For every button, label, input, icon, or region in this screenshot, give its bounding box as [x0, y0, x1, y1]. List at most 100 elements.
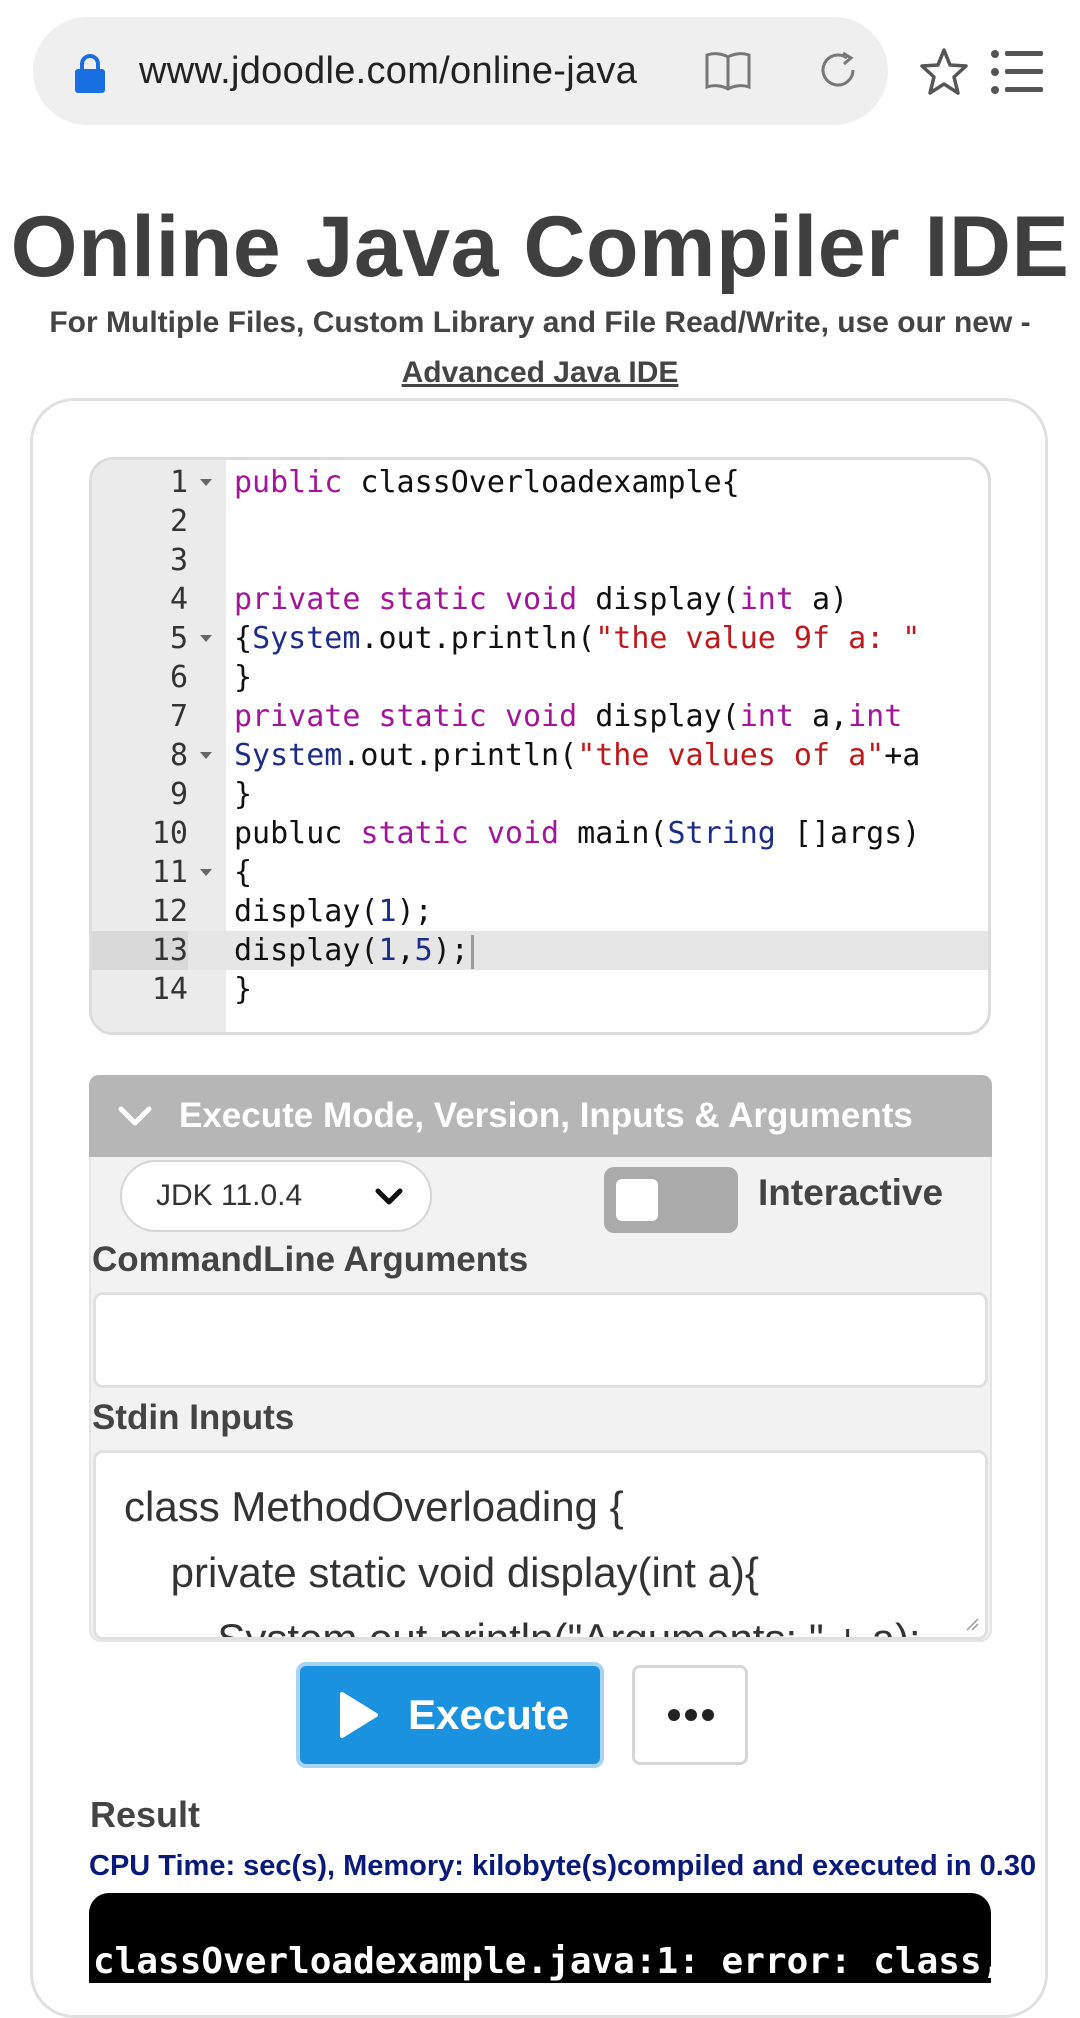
reload-icon[interactable]	[813, 45, 863, 95]
line-number: 11	[151, 855, 188, 890]
jdk-version-value: JDK 11.0.4	[156, 1179, 303, 1212]
code-line[interactable]: 14}	[92, 970, 988, 1009]
browser-toolbar: www.jdoodle.com/online-java	[0, 0, 1080, 150]
code-line[interactable]: 11 {	[92, 853, 988, 892]
resize-grip-icon[interactable]	[965, 1617, 979, 1631]
list-menu-icon[interactable]	[990, 48, 1044, 96]
fold-arrow-icon[interactable]	[200, 752, 212, 759]
interactive-toggle[interactable]	[604, 1167, 738, 1233]
url-text[interactable]: www.jdoodle.com/online-java	[139, 17, 689, 125]
lock-icon	[75, 54, 105, 93]
code-token: "the value 9f a: "	[595, 621, 921, 656]
code-token: }	[234, 777, 253, 812]
fold-arrow-icon[interactable]	[200, 479, 212, 486]
page-subtitle: For Multiple Files, Custom Library and F…	[49, 306, 1031, 339]
code-token: );	[432, 933, 469, 968]
more-options-button[interactable]	[632, 1665, 748, 1765]
code-token: static	[378, 699, 487, 734]
code-token: );	[396, 894, 433, 929]
code-token: {	[234, 855, 253, 890]
jdk-version-select[interactable]: JDK 11.0.4	[120, 1160, 432, 1232]
code-editor[interactable]: 1 public classOverloadexample{2 3 4 private …	[89, 457, 991, 1035]
code-text: }	[234, 658, 252, 697]
code-token: display(	[577, 699, 740, 734]
code-token: System	[234, 738, 343, 773]
code-line[interactable]: 3	[92, 541, 988, 580]
page-title: Online Java Compiler IDE	[10, 199, 1070, 295]
commandline-arguments-input[interactable]	[93, 1292, 988, 1388]
code-token: 5	[414, 933, 433, 968]
execute-mode-header[interactable]: Execute Mode, Version, Inputs & Argument…	[89, 1075, 992, 1157]
code-token: String	[667, 816, 776, 851]
code-line[interactable]: 13 display(1,5);	[92, 931, 988, 970]
code-line[interactable]: 6}	[92, 658, 988, 697]
code-token: display(	[234, 933, 379, 968]
line-number: 2	[169, 504, 188, 539]
code-token: private	[234, 582, 361, 617]
code-token: public	[234, 465, 343, 500]
code-line[interactable]: 2	[92, 502, 988, 541]
code-token: int	[739, 699, 794, 734]
code-line[interactable]: 1 public classOverloadexample{	[92, 463, 988, 502]
code-token: 1	[378, 933, 397, 968]
execute-button[interactable]: Execute	[296, 1662, 604, 1768]
code-token: "the values of a"	[577, 738, 885, 773]
fold-arrow-icon[interactable]	[200, 869, 212, 876]
code-token: +a	[884, 738, 921, 773]
result-label: Result	[90, 1794, 201, 1835]
code-text: private static void display(int a)	[234, 580, 848, 619]
code-token: ,	[396, 933, 415, 968]
code-token: System	[252, 621, 361, 656]
code-text: publuc static void main(String []args)	[234, 814, 920, 853]
line-number: 8	[169, 738, 188, 773]
chevron-down-icon	[375, 1188, 403, 1205]
code-line[interactable]: 7 private static void display(int a,int	[92, 697, 988, 736]
code-line[interactable]: 9}	[92, 775, 988, 814]
advanced-ide-link[interactable]: Advanced Java IDE	[0, 356, 1080, 390]
code-token: static	[360, 816, 469, 851]
code-token: void	[486, 816, 560, 851]
stdin-line: System.out.println("Arguments: " + a);	[124, 1615, 921, 1640]
code-token: 1	[378, 894, 397, 929]
star-icon[interactable]	[918, 46, 970, 98]
text-cursor	[470, 934, 474, 969]
line-number: 4	[169, 582, 188, 617]
code-line[interactable]: 4 private static void display(int a)	[92, 580, 988, 619]
address-bar[interactable]: www.jdoodle.com/online-java	[33, 17, 888, 125]
code-token: display(	[234, 894, 379, 929]
code-line[interactable]: 10 publuc static void main(String []args)	[92, 814, 988, 853]
result-output-text: classOverloadexample.java:1: error: clas…	[93, 1941, 991, 1982]
code-token: }	[234, 660, 253, 695]
code-token: {	[234, 621, 253, 656]
line-number: 5	[169, 621, 188, 656]
code-text: }	[234, 970, 252, 1009]
code-token: private	[234, 699, 361, 734]
line-number: 7	[169, 699, 188, 734]
stdin-line: class MethodOverloading {	[124, 1483, 624, 1530]
code-token: a)	[793, 582, 849, 617]
code-line[interactable]: 5 {System.out.println("the value 9f a: "	[92, 619, 988, 658]
execute-label: Execute	[408, 1691, 570, 1738]
code-token: }	[234, 972, 253, 1007]
code-text: public classOverloadexample{	[234, 463, 740, 502]
stdin-inputs-textarea[interactable]: class MethodOverloading { private static…	[93, 1450, 988, 1640]
code-text: System.out.println("the values of a"+a	[234, 736, 920, 775]
code-line[interactable]: 8 System.out.println("the values of a"+a	[92, 736, 988, 775]
code-token: void	[504, 582, 578, 617]
code-token: static	[378, 582, 487, 617]
code-line[interactable]: 12 display(1);	[92, 892, 988, 931]
commandline-arguments-label: CommandLine Arguments	[92, 1240, 529, 1279]
more-icon	[668, 1709, 714, 1721]
line-number: 12	[151, 894, 188, 929]
line-number: 14	[151, 972, 188, 1007]
stdin-inputs-label: Stdin Inputs	[92, 1398, 295, 1437]
code-token: display(	[577, 582, 740, 617]
reader-mode-icon[interactable]	[703, 47, 753, 95]
fold-arrow-icon[interactable]	[200, 635, 212, 642]
code-token: void	[504, 699, 578, 734]
code-token: .out.println(	[360, 621, 596, 656]
